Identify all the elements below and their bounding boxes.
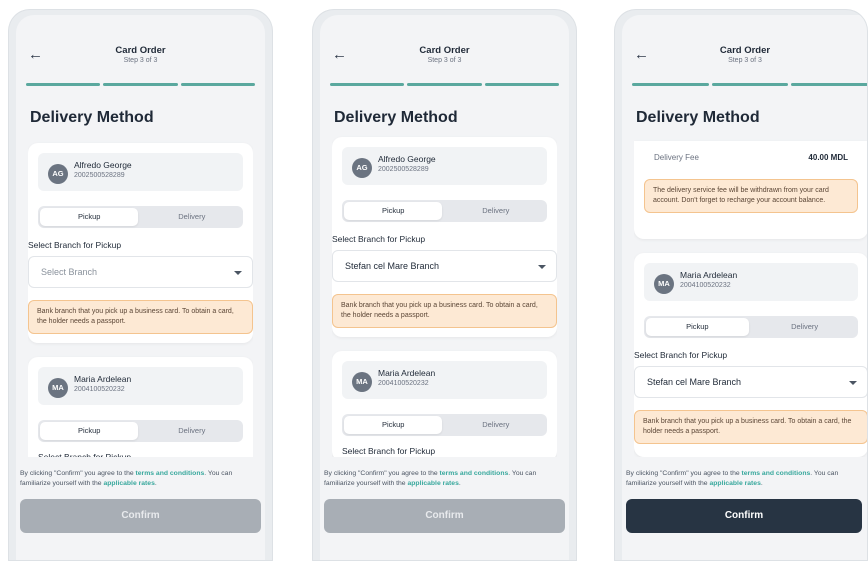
cardholder-name: Alfredo George [378,154,436,164]
cardholder-info: MA Maria Ardelean 2004100520232 [38,367,243,405]
content: AG Alfredo George 2002500528289 Pickup D… [332,15,557,461]
cardholder-card: MA Maria Ardelean 2004100520232 Pickup D… [332,351,557,461]
cardholder-card: AG Alfredo George 2002500528289 Pickup D… [28,143,253,343]
avatar: MA [654,274,674,294]
confirm-button[interactable]: Confirm [626,499,862,533]
confirm-button[interactable]: Confirm [20,499,261,533]
terms-link[interactable]: terms and conditions [742,470,811,477]
toggle-delivery[interactable]: Delivery [447,202,545,220]
toggle-pickup[interactable]: Pickup [646,318,749,336]
fee-row: Delivery Fee 40.00 MDL [644,149,858,169]
fee-label: Delivery Fee [654,153,699,162]
phone-frame-2: ← Card Order Step 3 of 3 Delivery Method… [312,9,577,561]
cardholder-id: 2004100520232 [74,386,125,393]
delivery-toggle: Pickup Delivery [342,200,547,222]
cardholder-card: MA Maria Ardelean 2004100520232 Pickup D… [634,253,868,457]
delivery-toggle: Pickup Delivery [38,420,243,442]
delivery-toggle: Pickup Delivery [644,316,858,338]
terms-link[interactable]: terms and conditions [136,470,205,477]
cardholder-id: 2002500528289 [378,166,429,173]
screen-2: ← Card Order Step 3 of 3 Delivery Method… [320,15,569,561]
branch-note: Bank branch that you pick up a business … [634,410,868,444]
phone-frame-1: ← Card Order Step 3 of 3 Delivery Method… [8,9,273,561]
content: AG Alfredo George 2002500528289 Pickup D… [28,15,253,461]
cardholder-name: Maria Ardelean [378,368,436,378]
branch-note: Bank branch that you pick up a business … [332,294,557,328]
branch-select[interactable]: Select Branch [28,256,253,288]
cardholder-card: MA Maria Ardelean 2004100520232 Pickup D… [28,357,253,461]
terms-suffix: . [154,480,157,487]
chevron-down-icon [234,271,242,275]
branch-label: Select Branch for Pickup [28,240,122,250]
cardholder-id: 2004100520232 [680,282,731,289]
branch-select-value: Select Branch [41,267,98,277]
cardholder-name: Maria Ardelean [74,374,132,384]
fee-value: 40.00 MDL [808,153,848,162]
branch-label: Select Branch for Pickup [332,234,426,244]
terms-prefix: By clicking "Confirm" you agree to the [20,470,136,477]
terms-suffix: . [760,480,763,487]
delivery-fee-card: Delivery Fee 40.00 MDL The delivery serv… [634,141,868,239]
branch-label: Select Branch for Pickup [634,350,728,360]
branch-select-value: Stefan cel Mare Branch [345,261,440,271]
terms-prefix: By clicking "Confirm" you agree to the [626,470,742,477]
rates-link[interactable]: applicable rates [407,480,458,487]
chevron-down-icon [849,381,857,385]
screen-3: ← Card Order Step 3 of 3 Delivery Method… [622,15,868,561]
terms-text: By clicking "Confirm" you agree to the t… [626,469,864,489]
toggle-delivery[interactable]: Delivery [753,318,856,336]
branch-select[interactable]: Stefan cel Mare Branch [332,250,557,282]
cardholder-name: Maria Ardelean [680,270,738,280]
footer: By clicking "Confirm" you agree to the t… [320,457,569,561]
terms-text: By clicking "Confirm" you agree to the t… [324,469,565,489]
chevron-down-icon [538,265,546,269]
toggle-pickup[interactable]: Pickup [40,422,139,440]
phone-frame-3: ← Card Order Step 3 of 3 Delivery Method… [614,9,868,561]
content: Delivery Fee 40.00 MDL The delivery serv… [634,15,868,461]
fee-note: The delivery service fee will be withdra… [644,179,858,213]
rates-link[interactable]: applicable rates [103,480,154,487]
avatar: AG [352,158,372,178]
branch-note: Bank branch that you pick up a business … [28,300,253,334]
rates-link[interactable]: applicable rates [709,480,760,487]
toggle-pickup[interactable]: Pickup [344,416,443,434]
cardholder-info: MA Maria Ardelean 2004100520232 [644,263,858,301]
terms-link[interactable]: terms and conditions [440,470,509,477]
branch-select[interactable]: Stefan cel Mare Branch [634,366,868,398]
terms-text: By clicking "Confirm" you agree to the t… [20,469,261,489]
terms-suffix: . [458,480,461,487]
canvas: ← Card Order Step 3 of 3 Delivery Method… [0,0,868,561]
cardholder-id: 2004100520232 [378,380,429,387]
screen-1: ← Card Order Step 3 of 3 Delivery Method… [16,15,265,561]
footer: By clicking "Confirm" you agree to the t… [16,457,265,561]
branch-section: Select Branch for Pickup Select Branch B… [28,143,253,343]
avatar: MA [352,372,372,392]
footer: By clicking "Confirm" you agree to the t… [622,457,868,561]
delivery-toggle: Pickup Delivery [342,414,547,436]
terms-prefix: By clicking "Confirm" you agree to the [324,470,440,477]
cardholder-info: MA Maria Ardelean 2004100520232 [342,361,547,399]
avatar: MA [48,378,68,398]
toggle-delivery[interactable]: Delivery [447,416,545,434]
confirm-button[interactable]: Confirm [324,499,565,533]
cardholder-info: AG Alfredo George 2002500528289 [342,147,547,185]
branch-select-value: Stefan cel Mare Branch [647,377,742,387]
toggle-delivery[interactable]: Delivery [143,422,241,440]
cardholder-card: AG Alfredo George 2002500528289 Pickup D… [332,137,557,337]
toggle-pickup[interactable]: Pickup [344,202,443,220]
branch-label: Select Branch for Pickup [342,446,436,456]
